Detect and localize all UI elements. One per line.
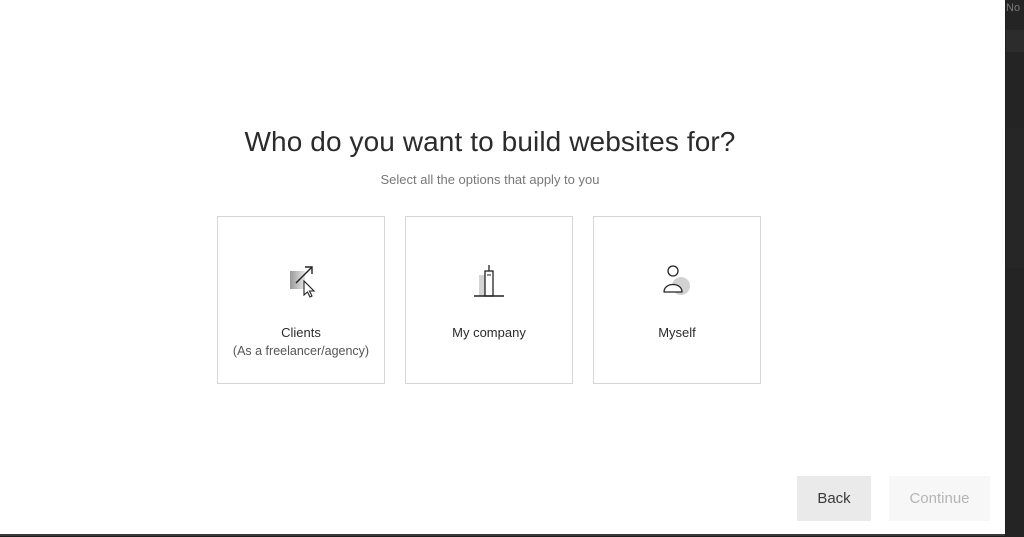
background-band [1006,128,1024,268]
background-band [1006,30,1024,52]
option-card-my-company[interactable]: My company [405,216,573,384]
onboarding-dialog: Who do you want to build websites for? S… [0,0,1005,536]
clients-icon [281,261,321,301]
dialog-subtitle: Select all the options that apply to you [380,172,600,187]
option-label: My company [452,325,526,340]
continue-button[interactable]: Continue [889,476,990,521]
back-button[interactable]: Back [797,476,871,521]
option-card-clients[interactable]: Clients (As a freelancer/agency) [217,216,385,384]
dialog-title: Who do you want to build websites for? [244,126,736,157]
background-window-strip [1006,0,1024,537]
person-icon [657,261,697,301]
option-label: Clients [281,325,321,340]
option-card-myself[interactable]: Myself [593,216,761,384]
option-sublabel: (As a freelancer/agency) [232,344,370,358]
background-window-text: No [1006,2,1021,14]
building-icon [469,261,509,301]
option-label: Myself [658,325,696,340]
